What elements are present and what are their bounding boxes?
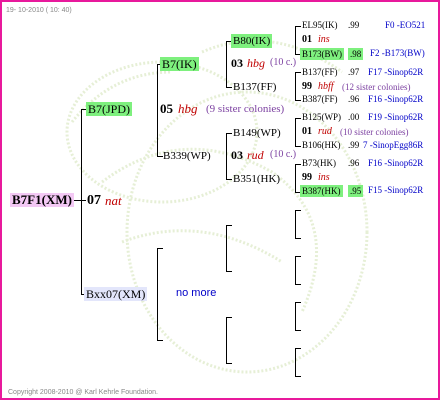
connector [295,376,301,377]
no-more-note: no more [176,287,217,299]
gen4-sister-colonies: (12 sister colonies) [342,82,411,92]
connector [295,72,301,73]
gen4-reference: F16 -Sinop62R [368,158,424,168]
connector [295,146,301,147]
dam-queen[interactable]: Bxx07(XM) [84,287,148,301]
connector [295,118,301,119]
connector [226,271,232,272]
connector [157,64,158,156]
connector [226,317,232,318]
connector [295,284,301,285]
gen3-breeder-a: hbg [247,56,265,70]
gen2-dam-queen[interactable]: B339(WP) [161,149,213,163]
gen3-sisters-a: (10 c.) [270,57,297,68]
gen4-queen[interactable]: B387(HK) [300,185,343,197]
gen4-number: 99 [302,81,312,92]
connector [295,256,301,257]
gen2-sire-number: 05 [160,101,173,116]
connector [295,164,296,192]
copyright-footer: Copyright 2008-2010 @ Karl Kehrle Founda… [8,389,158,396]
connector [226,363,232,364]
header-date: 19- 10-2010 ( 10: 40) [6,7,72,14]
connector [295,164,301,165]
subject-queen[interactable]: B7F1(XM) [10,193,74,207]
connector [295,118,296,146]
gen4-value: .96 [348,94,360,104]
gen4-reference: F15 -Sinop62R [368,185,424,195]
gen3-queen-b[interactable]: B137(FF) [231,80,278,94]
gen4-reference: F2 -B173(BW) [370,48,425,58]
connector [295,238,301,239]
gen4-breeder: ins [318,34,330,45]
connector [226,317,227,363]
connector [295,302,296,330]
gen4-reference: F17 -Sinop62R [368,67,424,77]
connector [226,225,227,271]
gen4-queen[interactable]: B387(FF) [302,95,338,104]
connector [81,109,82,295]
gen4-queen[interactable]: B73(HK) [302,159,336,168]
gen4-number: 99 [302,172,312,183]
gen4-queen[interactable]: B125(WP) [302,113,341,122]
connector [295,100,301,101]
connector [295,26,301,27]
gen3-queen-d[interactable]: B351(HK) [231,172,282,186]
gen3-breeder-c: rud [247,148,264,162]
connector [157,248,158,340]
gen4-value: .96 [348,158,360,168]
connector [295,26,296,54]
gen4-value: .99 [348,140,360,150]
gen3-queen-a[interactable]: B80(IK) [231,34,273,48]
gen4-reference: F19 -Sinop62R [368,112,424,122]
sire-breeder: nat [105,193,122,208]
gen3-queen-c[interactable]: B149(WP) [231,126,283,140]
gen4-queen[interactable]: EL95(IK) [302,21,338,30]
gen4-queen[interactable]: B173(BW) [300,48,344,60]
gen4-breeder: hbff [318,81,334,92]
gen4-number: 01 [302,34,312,45]
gen4-breeder: ins [318,172,330,183]
gen4-reference: 7 -SinopEgg86R [363,140,424,150]
gen2-sister-colonies: (9 sister colonies) [206,103,285,115]
connector [295,210,296,238]
gen4-value: .00 [348,112,360,122]
gen3-number-a: 03 [231,56,243,70]
gen4-value: .98 [348,48,364,60]
gen4-reference: F0 -EO521 [385,20,426,30]
gen4-sister-colonies: (10 sister colonies) [340,127,409,137]
gen4-value: .97 [348,67,360,77]
connector [226,41,227,87]
connector [74,200,86,201]
gen4-queen[interactable]: B106(HK) [302,141,341,150]
sire-queen[interactable]: B7(JPD) [86,102,133,116]
connector [295,302,301,303]
gen2-sire-breeder: hbg [178,101,198,116]
connector [295,348,301,349]
connector [295,256,296,284]
connector [295,72,296,100]
connector [295,210,301,211]
pedigree-frame: 19- 10-2010 ( 10: 40) B7F1(XM) 07 nat B7… [0,0,440,400]
connector [157,340,163,341]
gen4-number: 01 [302,126,312,137]
sire-number: 07 [87,193,101,208]
connector [295,348,296,376]
gen4-breeder: rud [318,126,332,137]
connector [157,248,163,249]
gen3-sisters-c: (10 c.) [270,149,297,160]
connector [226,133,227,179]
gen4-value: .95 [348,185,364,197]
gen4-value: .99 [348,20,360,30]
gen4-reference: F16 -Sinop62R [368,94,424,104]
connector [226,225,232,226]
connector [295,330,301,331]
gen4-queen[interactable]: B137(FF) [302,68,338,77]
gen3-number-c: 03 [231,148,243,162]
gen2-sire-queen[interactable]: B7(IK) [160,57,199,71]
